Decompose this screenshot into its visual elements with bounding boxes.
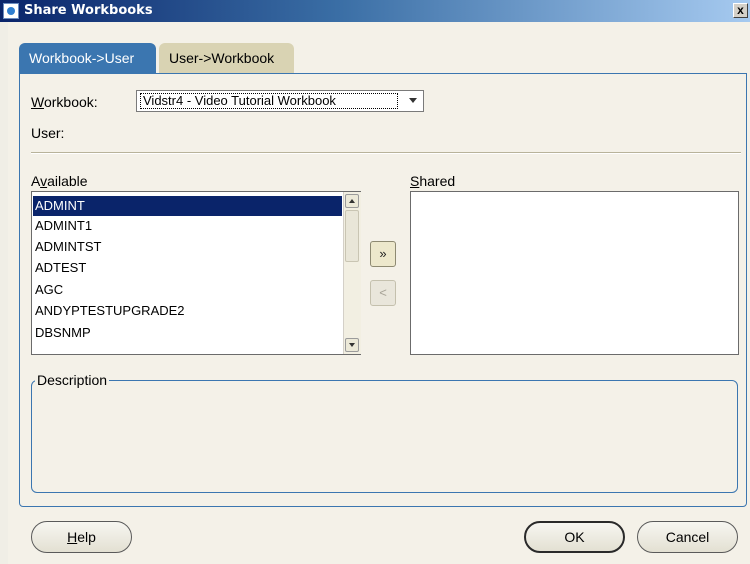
chevron-down-icon[interactable] [409, 98, 417, 103]
workbook-select-value: Vidstr4 - Video Tutorial Workbook [140, 93, 398, 109]
shared-listbox[interactable] [410, 191, 739, 355]
workbook-icon [3, 3, 19, 19]
list-item[interactable]: DBSNMP [33, 323, 342, 343]
description-group [31, 380, 738, 493]
scroll-up-button[interactable] [345, 194, 359, 208]
workbook-select[interactable]: Vidstr4 - Video Tutorial Workbook [136, 90, 424, 112]
tab-workbook-user[interactable]: Workbook->User [19, 43, 156, 73]
list-item[interactable]: ADMINT [33, 196, 342, 216]
window-title: Share Workbooks [24, 3, 153, 18]
arrow-down-icon [349, 343, 355, 347]
close-button[interactable]: x [733, 3, 748, 18]
move-left-button[interactable]: < [370, 280, 396, 306]
list-item[interactable]: ADMINT1 [33, 216, 342, 236]
list-item[interactable]: ADMINTST [33, 237, 342, 257]
list-item[interactable]: ADTEST [33, 258, 342, 278]
arrow-up-icon [349, 199, 355, 203]
shared-label: Shared [410, 173, 456, 189]
move-right-button[interactable]: » [370, 241, 396, 267]
tab-user-workbook[interactable]: User->Workbook [159, 43, 294, 73]
title-bar: Share Workbooks x [0, 0, 750, 22]
list-item[interactable]: ANDYPTESTUPGRADE2 [33, 301, 342, 321]
separator [31, 152, 741, 154]
available-listbox[interactable]: ADMINT ADMINT1 ADMINTST ADTEST AGC ANDYP… [31, 191, 361, 355]
help-button[interactable]: Help [31, 521, 132, 553]
available-label: Available [31, 173, 88, 189]
description-label: Description [35, 372, 110, 388]
window-left-edge [0, 22, 8, 564]
workbook-label: Workbook: [31, 94, 98, 110]
ok-button[interactable]: OK [524, 521, 625, 553]
scroll-down-button[interactable] [345, 338, 359, 352]
available-scrollbar[interactable] [343, 192, 361, 354]
list-item[interactable]: AGC [33, 280, 342, 300]
scroll-thumb[interactable] [345, 210, 359, 262]
user-label: User: [31, 125, 65, 141]
cancel-button[interactable]: Cancel [637, 521, 738, 553]
